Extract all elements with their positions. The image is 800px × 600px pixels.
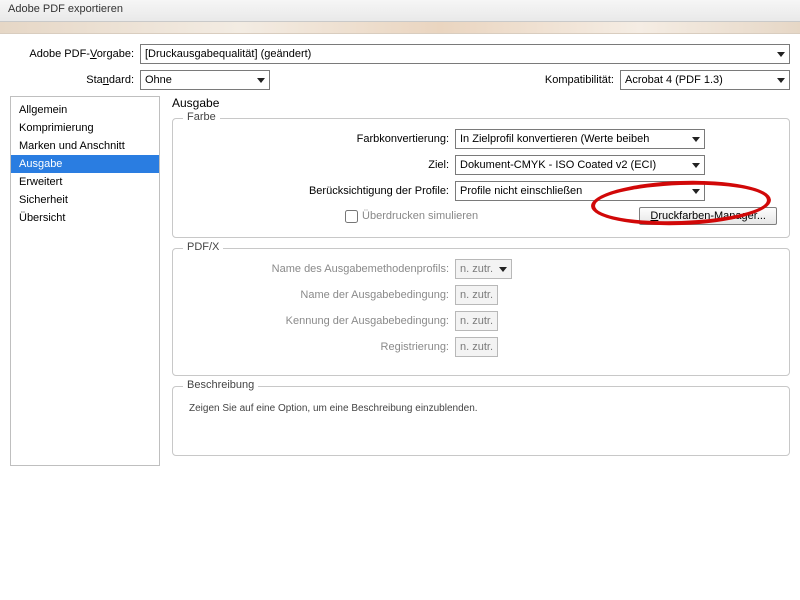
sidebar-item-label: Komprimierung: [19, 122, 94, 134]
decorative-strip: [0, 22, 800, 34]
pdfx-condition-name-label: Name der Ausgabebedingung:: [185, 289, 455, 301]
description-text: Zeigen Sie auf eine Option, um eine Besc…: [185, 397, 777, 420]
pdfx-title: PDF/X: [183, 241, 223, 253]
target-select[interactable]: Dokument-CMYK - ISO Coated v2 (ECI): [455, 155, 705, 175]
sidebar-item-erweitert[interactable]: Erweitert: [11, 173, 159, 191]
ink-manager-button[interactable]: Druckfarben-Manager...: [639, 207, 777, 225]
sidebar-item-komprimierung[interactable]: Komprimierung: [11, 119, 159, 137]
pdfx-condition-name-value: n. zutr.: [460, 289, 493, 301]
sidebar-item-label: Erweitert: [19, 176, 62, 188]
farbe-title: Farbe: [183, 111, 220, 123]
pdfx-profile-name-value: n. zutr.: [460, 263, 493, 275]
pdfx-condition-id-field: n. zutr.: [455, 311, 498, 331]
profiles-label: Berücksichtigung der Profile:: [185, 185, 455, 197]
overprint-checkbox[interactable]: Überdrucken simulieren: [345, 210, 478, 223]
standard-select[interactable]: Ohne: [140, 70, 270, 90]
conversion-value: In Zielprofil konvertieren (Werte beibeh: [460, 133, 649, 145]
window-title: Adobe PDF exportieren: [8, 3, 123, 15]
pdfx-registry-field: n. zutr.: [455, 337, 498, 357]
pdfx-group: PDF/X Name des Ausgabemethodenprofils: n…: [172, 248, 790, 376]
preset-label: Adobe PDF-Vorgabe:: [10, 48, 140, 60]
target-label: Ziel:: [185, 159, 455, 171]
conversion-label: Farbkonvertierung:: [185, 133, 455, 145]
target-value: Dokument-CMYK - ISO Coated v2 (ECI): [460, 159, 656, 171]
pdfx-registry-label: Registrierung:: [185, 341, 455, 353]
profiles-value: Profile nicht einschließen: [460, 185, 582, 197]
standard-label: Standard:: [10, 74, 140, 86]
overprint-label: Überdrucken simulieren: [362, 210, 478, 222]
conversion-select[interactable]: In Zielprofil konvertieren (Werte beibeh: [455, 129, 705, 149]
chevron-down-icon: [499, 267, 507, 272]
chevron-down-icon: [692, 189, 700, 194]
chevron-down-icon: [692, 163, 700, 168]
pdfx-condition-id-value: n. zutr.: [460, 315, 493, 327]
chevron-down-icon: [692, 137, 700, 142]
pdfx-profile-name-label: Name des Ausgabemethodenprofils:: [185, 263, 455, 275]
preset-value: [Druckausgabequalität] (geändert): [145, 48, 311, 60]
profiles-select[interactable]: Profile nicht einschließen: [455, 181, 705, 201]
chevron-down-icon: [777, 78, 785, 83]
compat-label: Kompatibilität:: [545, 74, 620, 86]
compat-value: Acrobat 4 (PDF 1.3): [625, 74, 723, 86]
category-sidebar: Allgemein Komprimierung Marken und Ansch…: [10, 96, 160, 466]
sidebar-item-allgemein[interactable]: Allgemein: [11, 101, 159, 119]
sidebar-item-label: Allgemein: [19, 104, 67, 116]
sidebar-item-label: Sicherheit: [19, 194, 68, 206]
panel-heading: Ausgabe: [172, 96, 790, 110]
sidebar-item-label: Ausgabe: [19, 158, 62, 170]
window-titlebar: Adobe PDF exportieren: [0, 0, 800, 22]
description-group: Beschreibung Zeigen Sie auf eine Option,…: [172, 386, 790, 456]
sidebar-item-label: Übersicht: [19, 212, 65, 224]
standard-value: Ohne: [145, 74, 172, 86]
pdfx-registry-value: n. zutr.: [460, 341, 493, 353]
overprint-input[interactable]: [345, 210, 358, 223]
chevron-down-icon: [257, 78, 265, 83]
chevron-down-icon: [777, 52, 785, 57]
preset-select[interactable]: [Druckausgabequalität] (geändert): [140, 44, 790, 64]
sidebar-item-uebersicht[interactable]: Übersicht: [11, 209, 159, 227]
pdfx-condition-id-label: Kennung der Ausgabebedingung:: [185, 315, 455, 327]
compat-select[interactable]: Acrobat 4 (PDF 1.3): [620, 70, 790, 90]
sidebar-item-sicherheit[interactable]: Sicherheit: [11, 191, 159, 209]
description-title: Beschreibung: [183, 379, 258, 391]
farbe-group: Farbe Farbkonvertierung: In Zielprofil k…: [172, 118, 790, 238]
pdfx-condition-name-field: n. zutr.: [455, 285, 498, 305]
sidebar-item-label: Marken und Anschnitt: [19, 140, 125, 152]
sidebar-item-marken[interactable]: Marken und Anschnitt: [11, 137, 159, 155]
sidebar-item-ausgabe[interactable]: Ausgabe: [11, 155, 159, 173]
pdfx-profile-name-select: n. zutr.: [455, 259, 512, 279]
